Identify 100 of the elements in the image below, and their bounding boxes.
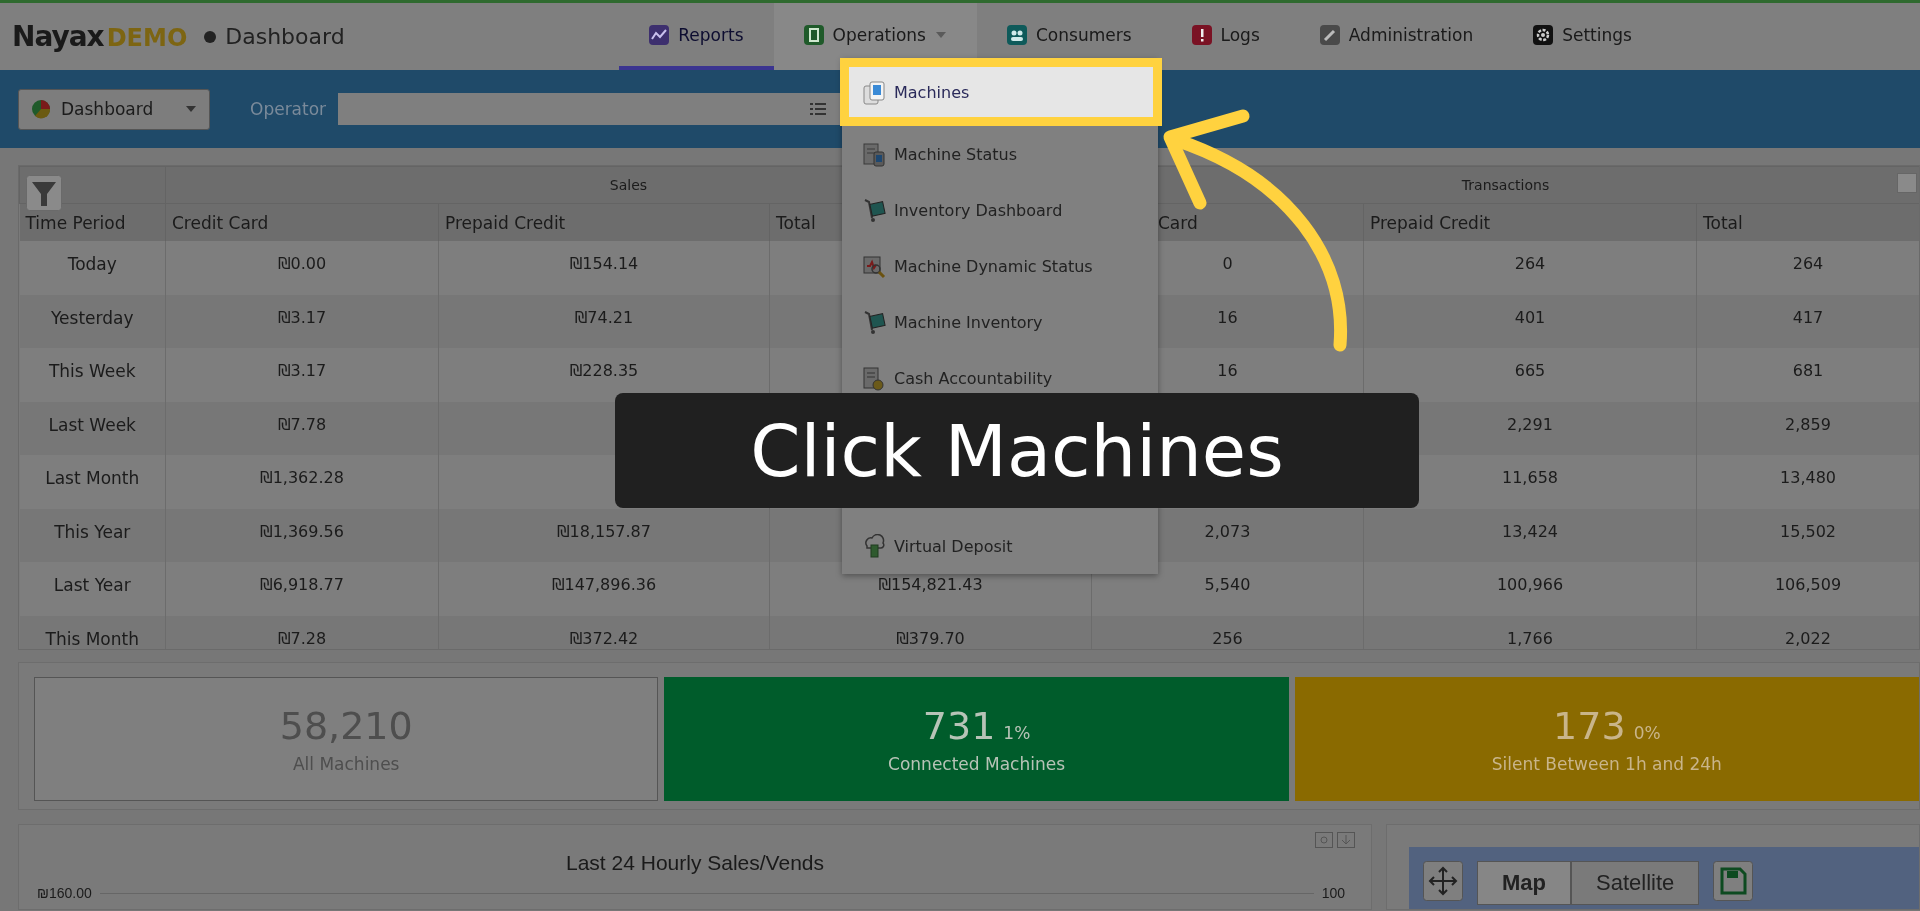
alert-icon	[1191, 25, 1212, 45]
nav-tab[interactable]: Administration	[1289, 3, 1504, 70]
table-cell: ₪228.35	[569, 361, 639, 380]
table-cell: ₪1,362.28	[260, 468, 344, 487]
table-cell: 106,509	[1774, 575, 1842, 594]
nav-tab[interactable]: Logs	[1161, 3, 1290, 70]
menu-item[interactable]: Machine Dynamic Status	[842, 238, 1158, 294]
dot-icon	[203, 29, 218, 44]
group-header: Transactions	[1461, 177, 1550, 193]
axis-label: 100	[1321, 885, 1345, 901]
logo: Nayax DEMO	[12, 20, 188, 53]
column-header: Total	[776, 212, 816, 233]
move-icon[interactable]	[1423, 861, 1463, 901]
document-coins-icon	[862, 365, 886, 391]
column-header: Prepaid Credit	[1370, 212, 1491, 233]
table-cell: Today	[67, 254, 117, 274]
operator-label: Operator	[250, 99, 327, 119]
column-header: Prepaid Credit	[445, 212, 566, 233]
download-icon[interactable]	[1337, 832, 1355, 848]
magnifier-icon	[862, 253, 886, 279]
map-type-tab[interactable]: Satellite	[1571, 861, 1700, 905]
percent-value: 1%	[1003, 723, 1031, 743]
table-cell: ₪1,369.56	[260, 521, 344, 541]
table-cell: 11,658	[1502, 468, 1558, 487]
table-cell: 0	[1222, 254, 1233, 273]
table-cell: 256	[1212, 628, 1243, 648]
nav-tab[interactable]: Settings	[1503, 3, 1662, 70]
image-icon[interactable]	[1315, 832, 1333, 848]
operator-field[interactable]	[338, 93, 841, 125]
dashboard-dropdown[interactable]: Dashboard	[18, 88, 210, 130]
pie-chart-icon	[31, 99, 51, 119]
machine-count: 731	[922, 704, 996, 748]
table-cell: Yesterday	[51, 307, 134, 328]
column-header: Card	[1158, 212, 1198, 233]
table-cell: ₪0.00	[277, 254, 327, 273]
summary-card[interactable]: 173 0% Silent Between 1h and 24h	[1294, 677, 1919, 801]
table-cell: 2,073	[1204, 521, 1251, 541]
table-cell: 665	[1514, 361, 1546, 380]
hand-truck-icon	[862, 309, 886, 335]
map-type-tab[interactable]: Map	[1477, 861, 1571, 905]
table-cell: ₪147,896.36	[551, 575, 657, 594]
table-cell: ₪18,157.87	[557, 521, 651, 541]
table-cell: ₪154.14	[569, 254, 639, 273]
card-label: Connected Machines	[888, 754, 1066, 774]
menu-item[interactable]: Machine Inventory	[842, 294, 1158, 350]
table-cell: 681	[1792, 361, 1824, 380]
cloud-money-icon	[862, 533, 886, 559]
table-cell: 13,480	[1780, 468, 1836, 487]
table-cell: ₪7.28	[277, 628, 327, 648]
column-header: Total	[1703, 212, 1743, 233]
table-cell: ₪3.17	[277, 307, 327, 327]
table-cell: 15,502	[1780, 521, 1836, 541]
table-cell: 2,859	[1785, 414, 1831, 434]
column-header: Credit Card	[172, 212, 269, 233]
page-title: Dashboard	[225, 24, 345, 49]
table-cell: Last Month	[45, 468, 140, 488]
instruction-tooltip: Click Machines	[615, 393, 1419, 508]
summary-card[interactable]: 731 1% Connected Machines	[664, 677, 1289, 801]
people-icon	[1007, 25, 1027, 45]
checkbox[interactable]	[1897, 173, 1917, 193]
machine-icon	[803, 25, 824, 45]
chart-title: Last 24 Hourly Sales/Vends	[565, 851, 825, 875]
table-cell: 13,424	[1502, 521, 1558, 541]
table-cell: This Year	[54, 521, 131, 542]
table-cell: ₪7.78	[277, 414, 327, 434]
caret-icon	[185, 105, 197, 113]
table-cell: 100,966	[1496, 575, 1564, 594]
table-cell: Last Week	[48, 414, 136, 435]
menu-item[interactable]: Virtual Deposit	[842, 518, 1158, 574]
column-header: Time Period	[25, 212, 126, 233]
caret-icon	[935, 31, 947, 39]
hand-truck-icon	[862, 197, 886, 223]
table-cell: 5,540	[1204, 575, 1251, 594]
table-cell: 16	[1217, 307, 1238, 327]
table-cell: 2,022	[1785, 628, 1831, 648]
list-icon	[810, 102, 827, 116]
table-cell: 417	[1792, 307, 1824, 327]
menu-item[interactable]: Inventory Dashboard	[842, 182, 1158, 238]
menu-item[interactable]: Machines	[840, 58, 1162, 126]
table-cell: 1,766	[1507, 628, 1553, 648]
menu-item[interactable]: Machine Status	[842, 126, 1158, 182]
table-cell: ₪154,821.43	[878, 575, 983, 594]
table-cell: This Week	[48, 361, 136, 381]
table-cell: ₪3.17	[277, 361, 327, 380]
table-cell: ₪372.42	[569, 628, 639, 648]
table-cell: ₪379.70	[896, 628, 965, 648]
table-cell: ₪6,918.77	[260, 575, 344, 594]
machine-count: 173	[1553, 704, 1626, 748]
table-cell: ₪74.21	[574, 307, 634, 327]
table-cell: 264	[1514, 254, 1546, 273]
table-cell: 2,291	[1507, 414, 1553, 434]
axis-label: ₪160.00	[37, 885, 92, 901]
chart-icon	[649, 24, 670, 45]
save-icon[interactable]	[1713, 861, 1754, 901]
table-cell: 401	[1514, 307, 1546, 327]
filter-icon[interactable]	[26, 175, 62, 211]
document-icon	[862, 141, 886, 167]
table-cell: This Month	[45, 628, 139, 649]
table-cell: Last Year	[53, 575, 131, 595]
table-cell: 16	[1217, 361, 1238, 380]
